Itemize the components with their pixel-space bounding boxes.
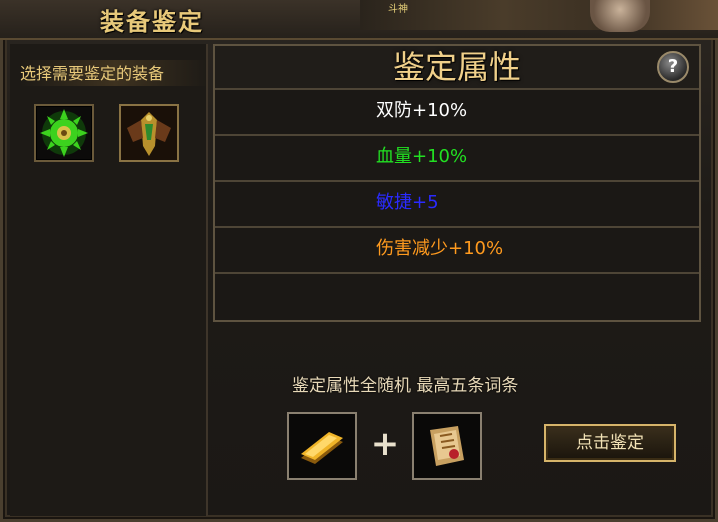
attribute-text: 敏捷+5 <box>376 192 439 213</box>
identify-tagline: 鉴定属性全随机 最高五条词条 <box>292 376 519 396</box>
material-slot-gold[interactable] <box>287 412 357 480</box>
plus-sign: + <box>370 424 400 464</box>
material-slot-scroll[interactable] <box>412 412 482 480</box>
identify-scroll-icon <box>430 426 464 466</box>
attribute-title: 鉴定属性 <box>392 48 521 86</box>
attribute-text: 伤害减少+10% <box>376 238 504 259</box>
identify-button[interactable]: 点击鉴定 <box>544 424 676 462</box>
equipment-list-label: 选择需要鉴定的装备 <box>20 60 210 86</box>
npc-avatar <box>590 0 650 32</box>
scene-tag: 斗神 <box>388 4 408 15</box>
winged-armor-item-icon <box>121 106 177 160</box>
attribute-text <box>376 280 676 310</box>
attribute-text: 血量+10% <box>376 146 468 167</box>
equipment-slot-1[interactable] <box>34 104 94 162</box>
gold-bar-icon <box>301 432 343 464</box>
help-icon[interactable]: ? <box>657 51 689 83</box>
window-title: 装备鉴定 <box>100 7 204 36</box>
green-gear-item-icon <box>40 109 88 157</box>
equipment-slot-2[interactable] <box>119 104 179 162</box>
attribute-text: 双防+10% <box>376 100 468 121</box>
